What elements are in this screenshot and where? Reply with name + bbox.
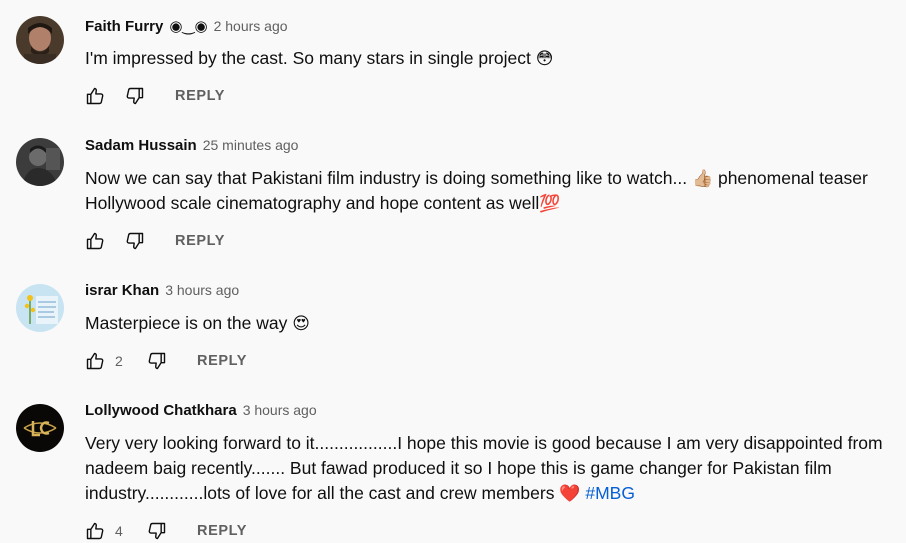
comment-timestamp[interactable]: 2 hours ago (214, 18, 288, 34)
comment-timestamp[interactable]: 25 minutes ago (203, 137, 299, 153)
comment-body: Lollywood Chatkhara 3 hours ago Very ver… (85, 402, 886, 506)
comment-header: Sadam Hussain 25 minutes ago (85, 137, 886, 159)
author-name[interactable]: Lollywood Chatkhara (85, 402, 237, 419)
author-name-suffix: ◉‿◉ (169, 18, 208, 35)
thumb-up-icon[interactable] (85, 351, 105, 371)
comment-toolbar: REPLY (85, 84, 225, 108)
comment-body: israr Khan 3 hours ago Masterpiece is on… (85, 282, 886, 336)
avatar[interactable] (16, 138, 64, 186)
comment-text-content: Very very looking forward to it.........… (85, 433, 883, 503)
comment-text: Very very looking forward to it.........… (85, 431, 886, 506)
like-count: 4 (115, 523, 123, 539)
comment-toolbar: REPLY (85, 229, 225, 253)
thumb-up-icon[interactable] (85, 521, 105, 541)
comment-header: israr Khan 3 hours ago (85, 282, 886, 304)
comment-timestamp[interactable]: 3 hours ago (165, 282, 239, 298)
comment-toolbar: 2 REPLY (85, 349, 247, 373)
flushed-face-emoji: 😳 (535, 49, 554, 68)
thumb-down-icon[interactable] (147, 351, 167, 371)
hashtag-link[interactable]: #MBG (585, 483, 635, 503)
thumb-up-icon[interactable] (85, 231, 105, 251)
like-count: 2 (115, 353, 123, 369)
thumb-up-icon[interactable] (85, 86, 105, 106)
heart-eyes-emoji: 😍 (292, 314, 310, 333)
reply-button[interactable]: REPLY (175, 233, 225, 249)
thumbs-up-emoji: 👍🏼 (691, 169, 714, 188)
comment-header: Faith Furry ◉‿◉ 2 hours ago (85, 17, 886, 39)
comment-body: Sadam Hussain 25 minutes ago Now we can … (85, 137, 886, 216)
comment-toolbar: 4 REPLY (85, 519, 247, 543)
author-name[interactable]: Sadam Hussain (85, 137, 197, 154)
reply-button[interactable]: REPLY (197, 523, 247, 539)
author-name[interactable]: Faith Furry (85, 18, 163, 35)
reply-button[interactable]: REPLY (197, 353, 247, 369)
comment-text-content: Masterpiece is on the way (85, 313, 293, 333)
comment-text-part1: Now we can say that Pakistani film indus… (85, 168, 692, 188)
comment-text: Masterpiece is on the way 😍 (85, 311, 886, 336)
comment-text: I'm impressed by the cast. So many stars… (85, 46, 886, 71)
avatar[interactable] (16, 16, 64, 64)
comment-timestamp[interactable]: 3 hours ago (243, 402, 317, 418)
comment-text-content: I'm impressed by the cast. So many stars… (85, 48, 536, 68)
author-name[interactable]: israr Khan (85, 282, 159, 299)
hundred-points-emoji: 💯 (539, 194, 561, 213)
thumb-down-icon[interactable] (125, 231, 145, 251)
comment-header: Lollywood Chatkhara 3 hours ago (85, 402, 886, 424)
comment-text: Now we can say that Pakistani film indus… (85, 166, 886, 216)
thumb-down-icon[interactable] (147, 521, 167, 541)
reply-button[interactable]: REPLY (175, 88, 225, 104)
avatar[interactable] (16, 404, 64, 452)
thumb-down-icon[interactable] (125, 86, 145, 106)
comment-body: Faith Furry ◉‿◉ 2 hours ago I'm impresse… (85, 17, 886, 71)
avatar[interactable] (16, 284, 64, 332)
red-heart-emoji: ❤️ (559, 484, 581, 503)
